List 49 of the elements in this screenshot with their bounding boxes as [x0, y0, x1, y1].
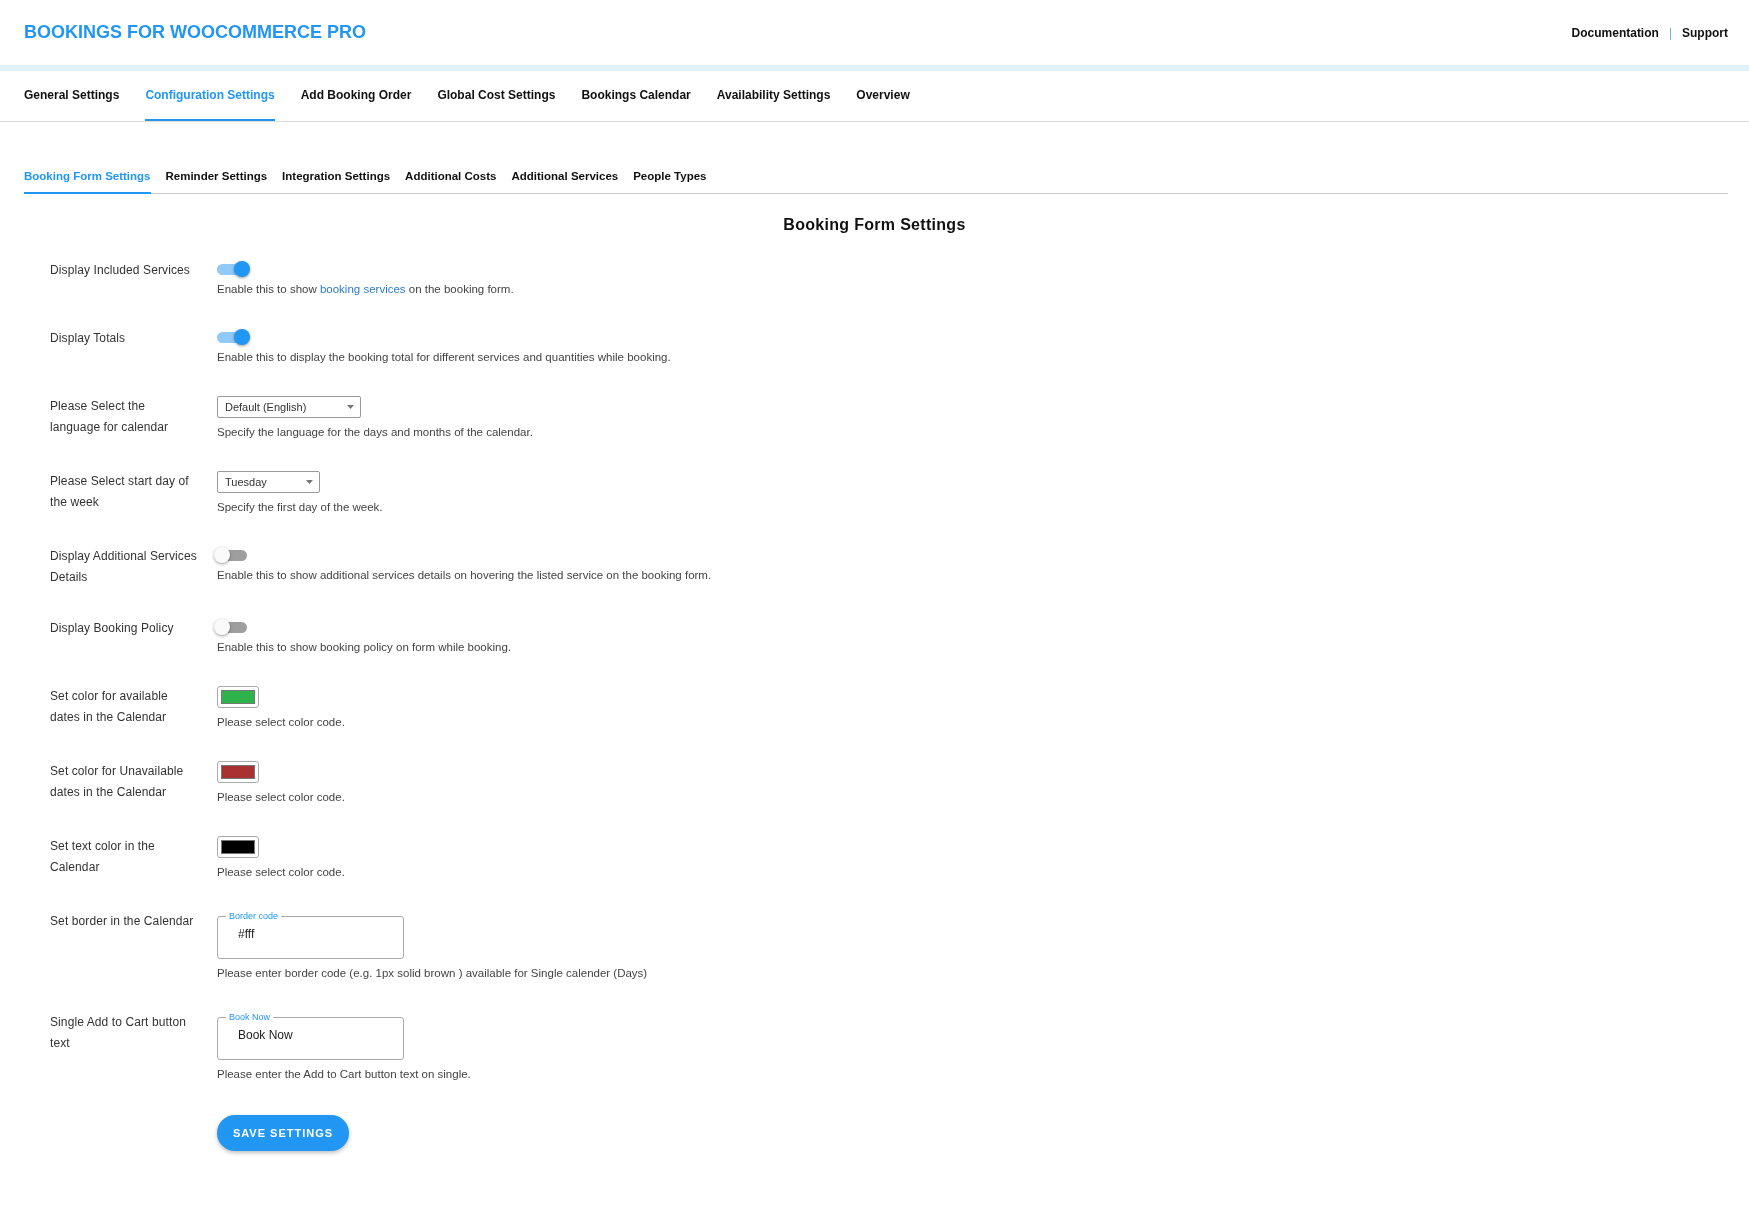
setting-label: Please Select the language for calendar [50, 398, 170, 436]
header-link[interactable]: Support [1682, 25, 1728, 40]
setting-label: Display Included Services [50, 262, 191, 279]
main-tab[interactable]: Bookings Calendar [581, 71, 691, 121]
text-field[interactable]: Book Now Book Now [217, 1012, 404, 1060]
setting-label: Set color for available dates in the Calendar [50, 688, 169, 726]
toggle-switch[interactable] [217, 332, 247, 343]
main-tab[interactable]: Availability Settings [716, 71, 831, 121]
sub-tab[interactable]: Reminder Settings [165, 160, 268, 194]
setting-description: Enable this to show booking services on the booking form. [217, 282, 514, 297]
text-field[interactable]: Border code #fff [217, 911, 404, 959]
toggle-switch[interactable] [217, 622, 247, 633]
plugin-title: BOOKINGS FOR WOOCOMMERCE PRO [24, 22, 366, 43]
setting-description: Please select color code. [217, 715, 345, 730]
sub-tab[interactable]: People Types [633, 160, 707, 194]
main-tab[interactable]: General Settings [24, 71, 120, 121]
main-tab[interactable]: Overview [856, 71, 910, 121]
sub-tab[interactable]: Integration Settings [282, 160, 391, 194]
select-dropdown[interactable]: Tuesday [217, 471, 320, 493]
select-dropdown[interactable]: Default (English) [217, 396, 361, 418]
setting-description: Specify the first day of the week. [217, 500, 383, 515]
setting-description: Enable this to display the booking total for different services and quantities while booking. [217, 350, 671, 365]
toggle-switch[interactable] [217, 550, 247, 561]
dropdown-caret-icon [347, 405, 354, 409]
setting-description: Please enter the Add to Cart button text on single. [217, 1067, 471, 1082]
setting-description: Enable this to show additional services details on hovering the listed service on the booking form. [217, 568, 712, 583]
setting-label: Display Totals [50, 330, 127, 347]
setting-description: Please select color code. [217, 865, 345, 880]
main-tab[interactable]: Add Booking Order [300, 71, 412, 121]
setting-label: Display Booking Policy [50, 620, 175, 637]
setting-label: Set text color in the Calendar [50, 838, 156, 876]
dropdown-caret-icon [306, 480, 313, 484]
setting-label: Set border in the Calendar [50, 913, 195, 930]
setting-label: Please Select start day of the week [50, 473, 190, 511]
setting-description: Please select color code. [217, 790, 345, 805]
section-heading: Booking Form Settings [782, 216, 967, 234]
sub-tab[interactable]: Additional Services [511, 160, 619, 194]
description-link[interactable]: booking services [319, 283, 406, 295]
setting-label: Single Add to Cart button text [50, 1014, 187, 1052]
toggle-switch[interactable] [217, 264, 247, 275]
main-tab[interactable]: Global Cost Settings [437, 71, 556, 121]
setting-description: Enable this to show booking policy on form while booking. [217, 640, 512, 655]
setting-description: Please enter border code (e.g. 1px solid brown ) available for Single calender (Days) [217, 966, 648, 981]
setting-description: Specify the language for the days and months of the calendar. [217, 425, 533, 440]
setting-label: Display Additional Services Details [50, 548, 198, 586]
setting-label: Set color for Unavailable dates in the Calendar [50, 763, 185, 801]
link-separator: | [1668, 25, 1672, 40]
header-link[interactable]: Documentation [1571, 25, 1659, 40]
sub-tab[interactable]: Additional Costs [405, 160, 497, 194]
